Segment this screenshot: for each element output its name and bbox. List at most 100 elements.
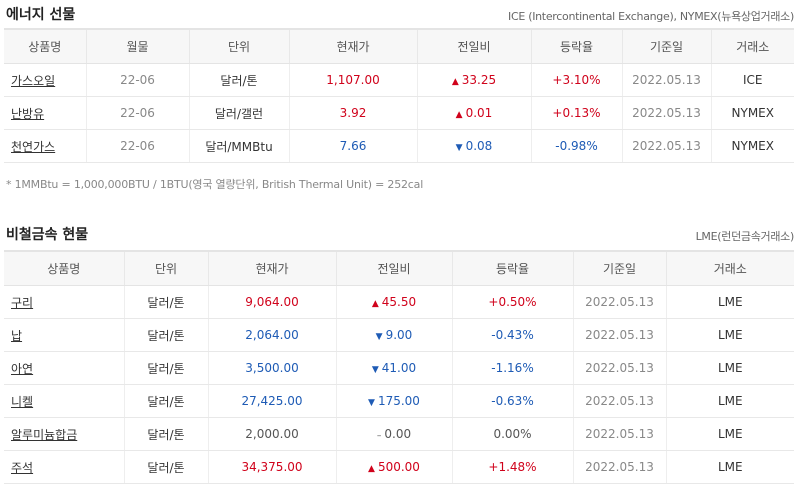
metals-source: LME(런던금속거래소) (695, 230, 795, 243)
table-row: 가스오일 22-06 달러/톤 1,107.00 ▲ 33.25 +3.10% 2022.05… (4, 63, 794, 97)
base-date: 2022.05.13 (573, 384, 667, 418)
base-date: 2022.05.13 (622, 129, 712, 163)
col-header: 등락율 (531, 28, 623, 64)
change-rate: +0.50% (452, 285, 574, 319)
unit: 달러/톤 (124, 351, 209, 385)
current-price: 7.66 (289, 129, 418, 163)
base-date: 2022.05.13 (573, 318, 667, 352)
product-link[interactable]: 주석 (11, 461, 33, 475)
col-header: 등락율 (452, 250, 574, 286)
base-date: 2022.05.13 (573, 285, 667, 319)
metals-title: 비철금속 현물 (6, 227, 89, 243)
change-value: 41.00 (381, 361, 417, 375)
change-cell: ▲ 33.25 (417, 63, 532, 97)
product-link[interactable]: 가스오일 (11, 74, 55, 88)
col-header: 현재가 (208, 250, 337, 286)
change-rate: +0.13% (531, 96, 623, 130)
product-link[interactable]: 아연 (11, 362, 33, 376)
product-name-cell: 가스오일 (4, 63, 87, 97)
col-header: 현재가 (289, 28, 418, 64)
exchange: NYMEX (711, 129, 794, 163)
change-cell: ▼ 41.00 (336, 351, 453, 385)
exchange: LME (666, 318, 794, 352)
change-rate: +3.10% (531, 63, 623, 97)
table-row: 난방유 22-06 달러/갤런 3.92 ▲ 0.01 +0.13% 2022.05.13 NY… (4, 96, 794, 130)
metals-spot-table: 상품명 단위 현재가 전일비 등락율 기준일 거래소 구리 달러/톤 9,064.0… (4, 250, 794, 484)
change-value: 9.00 (385, 328, 413, 342)
metals-header-row: 상품명 단위 현재가 전일비 등락율 기준일 거래소 (4, 250, 794, 286)
energy-section-header: 에너지 선물 ICE (Intercontinental Exchange), … (0, 2, 796, 26)
change-cell: ▼ 0.08 (417, 129, 532, 163)
base-date: 2022.05.13 (622, 96, 712, 130)
exchange: LME (666, 285, 794, 319)
col-header: 거래소 (711, 28, 794, 64)
change-value: 0.08 (465, 139, 493, 153)
unit: 달러/톤 (124, 285, 209, 319)
energy-futures-table: 상품명 월물 단위 현재가 전일비 등락율 기준일 거래소 가스오일 22-06 달… (4, 28, 794, 163)
current-price: 27,425.00 (208, 384, 337, 418)
product-name-cell: 난방유 (4, 96, 87, 130)
col-header: 기준일 (573, 250, 667, 286)
unit: 달러/톤 (124, 417, 209, 451)
product-name-cell: 알루미늄합금 (4, 417, 125, 451)
exchange: LME (666, 384, 794, 418)
energy-source: ICE (Intercontinental Exchange), NYMEX(뉴… (508, 10, 794, 23)
change-rate: 0.00% (452, 417, 574, 451)
change-rate: -0.98% (531, 129, 623, 163)
col-header: 전일비 (417, 28, 532, 64)
table-row: 니켈 달러/톤 27,425.00 ▼ 175.00 -0.63% 2022.05.13 LM… (4, 384, 794, 418)
change-cell: –0.00 (336, 417, 453, 451)
change-rate: -0.63% (452, 384, 574, 418)
change-value: 175.00 (377, 394, 420, 408)
product-name-cell: 구리 (4, 285, 125, 319)
product-name-cell: 니켈 (4, 384, 125, 418)
col-header: 기준일 (622, 28, 712, 64)
change-value: 45.50 (381, 295, 417, 309)
change-cell: ▼ 9.00 (336, 318, 453, 352)
change-value: 0.00 (384, 427, 412, 441)
contract-month: 22-06 (86, 96, 190, 130)
change-cell: ▼ 175.00 (336, 384, 453, 418)
change-cell: ▲ 45.50 (336, 285, 453, 319)
triangle-down-icon: ▼ (371, 365, 379, 375)
table-row: 알루미늄합금 달러/톤 2,000.00–0.00 0.00% 2022.05.13 LM… (4, 417, 794, 451)
product-name-cell: 천연가스 (4, 129, 87, 163)
table-row: 구리 달러/톤 9,064.00 ▲ 45.50 +0.50% 2022.05.13 LME (4, 285, 794, 319)
triangle-up-icon: ▲ (371, 299, 379, 309)
current-price: 2,000.00 (208, 417, 337, 451)
product-link[interactable]: 니켈 (11, 395, 33, 409)
product-link[interactable]: 구리 (11, 296, 33, 310)
product-link[interactable]: 납 (11, 329, 22, 343)
col-header: 단위 (189, 28, 290, 64)
metals-section-header: 비철금속 현물 LME(런던금속거래소) (0, 222, 796, 246)
unit: 달러/MMBtu (189, 129, 290, 163)
change-cell: ▲ 0.01 (417, 96, 532, 130)
unit: 달러/톤 (124, 318, 209, 352)
triangle-down-icon: ▼ (455, 143, 463, 153)
energy-header-row: 상품명 월물 단위 현재가 전일비 등락율 기준일 거래소 (4, 28, 794, 64)
current-price: 1,107.00 (289, 63, 418, 97)
base-date: 2022.05.13 (573, 417, 667, 451)
product-link[interactable]: 천연가스 (11, 140, 55, 154)
table-row: 아연 달러/톤 3,500.00 ▼ 41.00 -1.16% 2022.05.13 LME (4, 351, 794, 385)
unit: 달러/갤런 (189, 96, 290, 130)
triangle-down-icon: ▼ (375, 332, 383, 342)
change-value: 0.01 (465, 106, 493, 120)
change-rate: -0.43% (452, 318, 574, 352)
current-price: 9,064.00 (208, 285, 337, 319)
product-link[interactable]: 알루미늄합금 (11, 428, 77, 442)
triangle-up-icon: ▲ (451, 77, 459, 87)
triangle-up-icon: ▲ (368, 464, 375, 474)
base-date: 2022.05.13 (573, 351, 667, 385)
current-price: 2,064.00 (208, 318, 337, 352)
change-rate: -1.16% (452, 351, 574, 385)
exchange: NYMEX (711, 96, 794, 130)
table-row: 천연가스 22-06 달러/MMBtu 7.66 ▼ 0.08 -0.98% 2022.05.… (4, 129, 794, 163)
table-row: 납 달러/톤 2,064.00 ▼ 9.00 -0.43% 2022.05.13 LME (4, 318, 794, 352)
dash-icon: – (376, 431, 382, 441)
exchange: LME (666, 417, 794, 451)
exchange: LME (666, 351, 794, 385)
col-header: 월물 (86, 28, 190, 64)
product-link[interactable]: 난방유 (11, 107, 44, 121)
change-value: 33.25 (461, 73, 497, 87)
